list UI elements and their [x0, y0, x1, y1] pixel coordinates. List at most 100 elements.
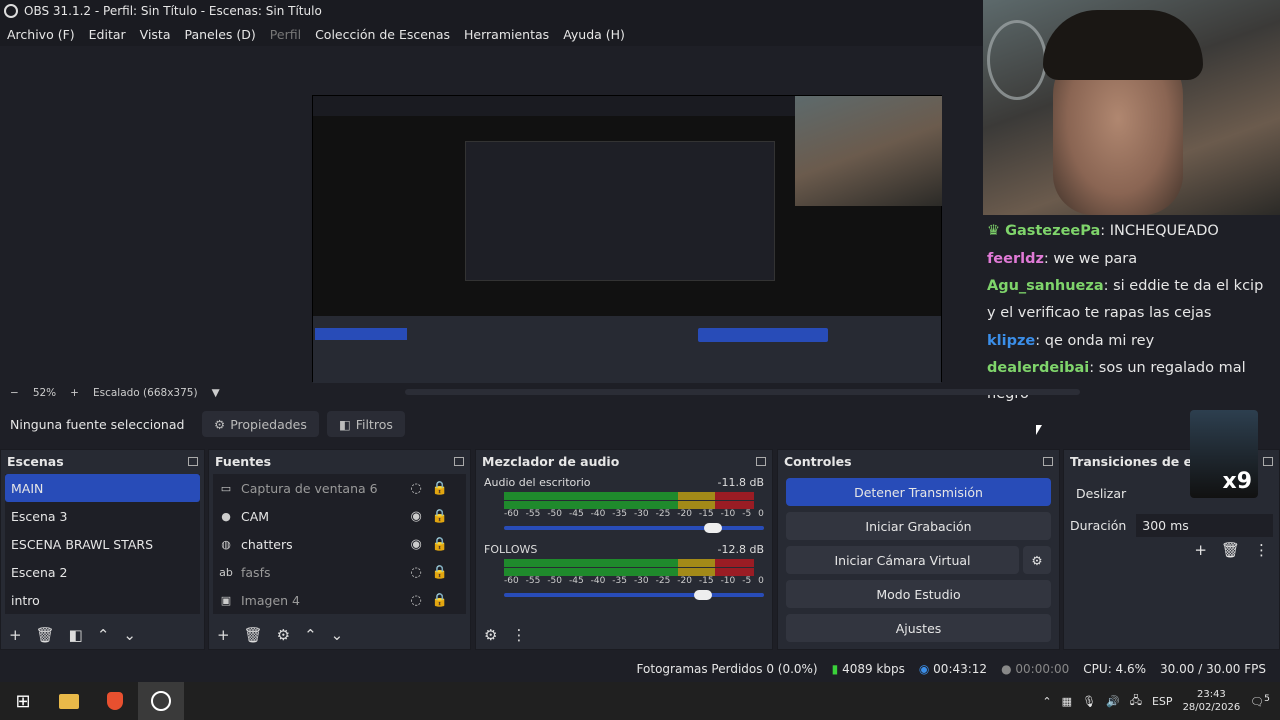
source-item[interactable]: ab fasfs ◌ 🔒	[213, 558, 466, 586]
tick-label: 0	[758, 509, 764, 519]
obs-taskbar-icon[interactable]	[138, 682, 184, 720]
down-icon[interactable]: ⌄	[331, 626, 344, 644]
lock-icon[interactable]: 🔒	[432, 509, 448, 524]
trash-icon[interactable]: 🗑	[36, 626, 55, 644]
menu-archivo[interactable]: Archivo (F)	[0, 27, 82, 42]
tick-label: -50	[547, 576, 563, 586]
menu-editar[interactable]: Editar	[82, 27, 133, 42]
virtual-camera-button[interactable]: Iniciar Cámara Virtual	[786, 546, 1019, 574]
menu-coleccion[interactable]: Colección de Escenas	[308, 27, 457, 42]
gear-icon[interactable]: ⚙	[1023, 546, 1051, 574]
speaker-icon[interactable]: 🔊	[1106, 695, 1120, 708]
app-tray-icon[interactable]: ▦	[1062, 695, 1072, 708]
source-item[interactable]: ▣ Imagen 4 ◌ 🔒	[213, 586, 466, 614]
add-icon[interactable]: +	[1194, 541, 1207, 559]
menu-herramientas[interactable]: Herramientas	[457, 27, 556, 42]
scene-item[interactable]: Escena 2	[5, 558, 200, 586]
tick-label: -10	[720, 509, 736, 519]
volume-slider[interactable]	[504, 521, 764, 535]
text-icon: ab	[219, 565, 233, 579]
add-icon[interactable]: +	[217, 626, 230, 644]
fps-value: 30.00 / 30.00 FPS	[1160, 661, 1266, 676]
file-explorer-icon[interactable]	[46, 682, 92, 720]
tick-label: -45	[568, 576, 584, 586]
menu-perfil[interactable]: Perfil	[263, 27, 308, 42]
stop-stream-button[interactable]: Detener Transmisión	[786, 478, 1051, 506]
add-icon[interactable]: +	[9, 626, 22, 644]
volume-slider[interactable]	[504, 588, 764, 602]
source-item[interactable]: ● CAM ◉ 🔒	[213, 502, 466, 530]
chat-line: feerldz: we we para	[987, 251, 1138, 267]
undock-icon[interactable]	[1043, 456, 1053, 466]
menu-ayuda[interactable]: Ayuda (H)	[556, 27, 632, 42]
zoom-in-button[interactable]: +	[70, 387, 79, 399]
up-icon[interactable]: ⌃	[97, 626, 110, 644]
scene-item[interactable]: MAIN	[5, 474, 200, 502]
clock[interactable]: 23:43 28/02/2026	[1183, 688, 1241, 714]
chevron-up-icon[interactable]: ⌃	[1042, 695, 1051, 708]
undock-icon[interactable]	[454, 456, 464, 466]
menu-vista[interactable]: Vista	[133, 27, 178, 42]
lock-icon[interactable]: 🔒	[432, 565, 448, 580]
chat-overlay: ♛ GastezeePa: INCHEQUEADO feerldz: we we…	[983, 215, 1280, 407]
duration-label: Duración	[1070, 518, 1127, 533]
mic-icon[interactable]: 🎙	[1082, 695, 1096, 708]
eye-icon[interactable]: ◉	[410, 509, 421, 524]
scale-dropdown-icon[interactable]: ▼	[212, 387, 220, 399]
windows-start-icon[interactable]: ⊞	[0, 682, 46, 720]
scene-item[interactable]: intro	[5, 586, 200, 614]
studio-mode-button[interactable]: Modo Estudio	[786, 580, 1051, 608]
start-recording-button[interactable]: Iniciar Grabación	[786, 512, 1051, 540]
filter-icon[interactable]: ◧	[69, 626, 83, 644]
gear-icon[interactable]: ⚙	[277, 626, 290, 644]
obs-logo-icon	[4, 4, 18, 18]
transitions-title: Transiciones de esc	[1070, 453, 1207, 469]
gear-icon[interactable]: ⚙	[484, 626, 497, 644]
scene-item[interactable]: Escena 3	[5, 502, 200, 530]
lock-icon[interactable]: 🔒	[432, 481, 448, 496]
brave-browser-icon[interactable]	[92, 682, 138, 720]
filters-button[interactable]: ◧ Filtros	[326, 411, 405, 437]
tick-label: -15	[698, 576, 714, 586]
scale-label: Escalado (668x375)	[92, 387, 198, 399]
source-item[interactable]: ▭ Captura de ventana 6 ◌ 🔒	[213, 474, 466, 502]
meter-ticks: -60 -55 -50 -45 -40 -35 -30 -25 -20 -15 -10 -5 0	[504, 509, 764, 521]
preview-scrollbar[interactable]	[405, 389, 1080, 395]
eye-hidden-icon[interactable]: ◌	[410, 481, 421, 496]
down-icon[interactable]: ⌄	[123, 626, 136, 644]
eye-icon[interactable]: ◉	[410, 537, 421, 552]
chat-line: Agu_sanhueza: si eddie te da el kcip y e…	[987, 278, 1264, 321]
properties-button[interactable]: ⚙ Propiedades	[202, 411, 319, 437]
language-indicator[interactable]: ESP	[1152, 695, 1173, 708]
tick-label: -25	[655, 509, 671, 519]
undock-icon[interactable]	[756, 456, 766, 466]
network-icon[interactable]: 🖧	[1130, 692, 1142, 711]
trash-icon[interactable]: 🗑	[1221, 541, 1240, 559]
rec-time: ● 00:00:00	[1001, 661, 1070, 676]
zoom-out-button[interactable]: −	[10, 387, 19, 399]
sources-list: ▭ Captura de ventana 6 ◌ 🔒 ● CAM ◉ 🔒 ◍ chatters…	[213, 474, 466, 614]
mixer-title: Mezclador de audio	[482, 453, 620, 469]
taskbar: ⊞ ⌃ ▦ 🎙 🔊 🖧 ESP 23:43 28/02/2026 🗨5	[0, 682, 1280, 720]
status-bar: Fotogramas Perdidos 0 (0.0%) ▮ 4089 kbps…	[0, 655, 1280, 682]
duration-input[interactable]: 300 ms	[1136, 514, 1273, 537]
menu-paneles[interactable]: Paneles (D)	[178, 27, 263, 42]
mixer-track: FOLLOWS -12.8 dB -60 -55 -50 -45 -40 -35 -30 -25…	[476, 539, 772, 606]
lock-icon[interactable]: 🔒	[432, 537, 448, 552]
notification-icon[interactable]: 🗨5	[1250, 693, 1270, 709]
settings-button[interactable]: Ajustes	[786, 614, 1051, 642]
lock-icon[interactable]: 🔒	[432, 593, 448, 608]
source-item[interactable]: ◍ chatters ◉ 🔒	[213, 530, 466, 558]
trash-icon[interactable]: 🗑	[244, 626, 263, 644]
undock-icon[interactable]	[1263, 456, 1273, 466]
more-icon[interactable]: ⋮	[1254, 541, 1269, 559]
zoom-value: 52%	[32, 387, 57, 399]
scene-item[interactable]: ESCENA BRAWL STARS	[5, 530, 200, 558]
up-icon[interactable]: ⌃	[304, 626, 317, 644]
more-icon[interactable]: ⋮	[511, 626, 526, 644]
eye-hidden-icon[interactable]: ◌	[410, 593, 421, 608]
undock-icon[interactable]	[188, 456, 198, 466]
eye-hidden-icon[interactable]: ◌	[410, 565, 421, 580]
cpu-usage: CPU: 4.6%	[1083, 661, 1147, 676]
chat-line: ♛ GastezeePa: INCHEQUEADO	[987, 223, 1219, 239]
